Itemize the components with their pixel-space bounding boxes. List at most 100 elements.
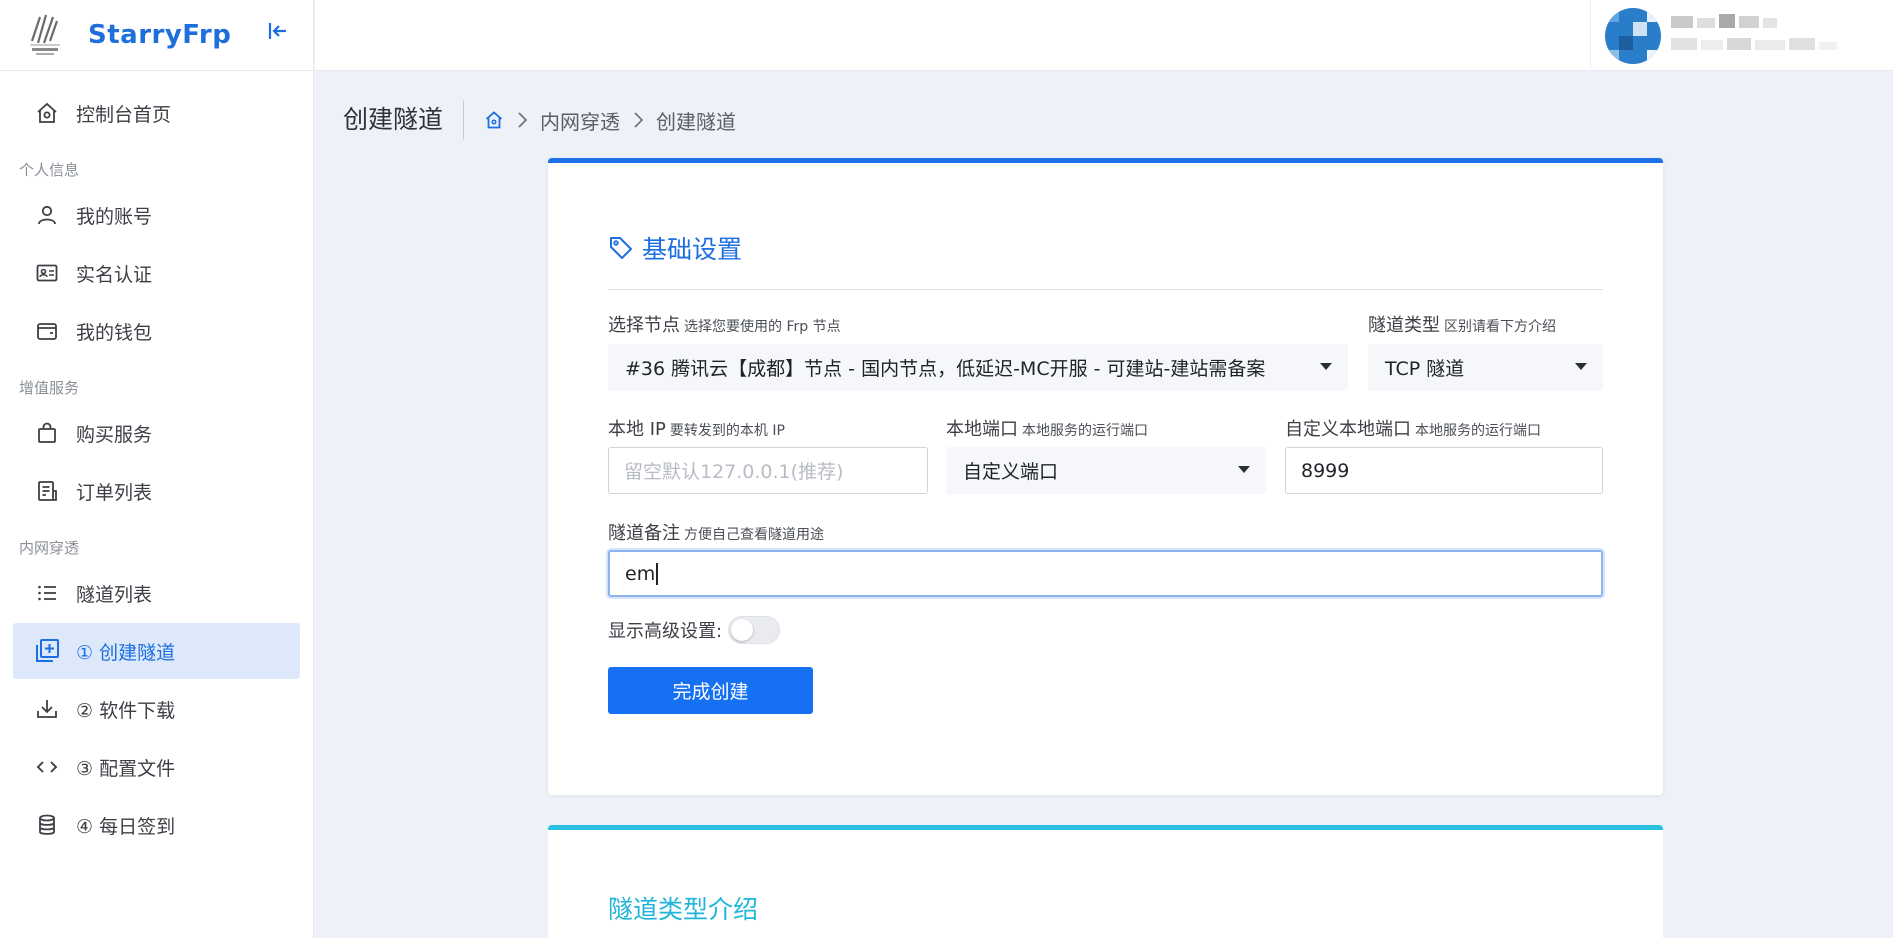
sidebar-section-personal: 个人信息 (19, 161, 80, 179)
local-port-value: 自定义端口 (963, 461, 1059, 483)
brand-header: StarryFrp (0, 0, 313, 71)
chevron-down-icon (1238, 466, 1250, 473)
node-select[interactable]: #36 腾讯云【成都】节点 - 国内节点，低延迟-MC开服 - 可建站-建站需备… (608, 344, 1348, 391)
tunnel-type-intro-card: 隧道类型介绍 (548, 825, 1663, 938)
sidebar-item-label: ③ 配置文件 (76, 757, 176, 780)
sidebar-item-label: 控制台首页 (76, 103, 172, 126)
sidebar-item-label: 我的钱包 (76, 321, 153, 344)
local-port-hint: 本地服务的运行端口 (1022, 423, 1148, 439)
custom-port-input[interactable]: 8999 (1285, 447, 1603, 494)
toggle-knob (731, 619, 754, 641)
collapse-sidebar-button[interactable] (265, 18, 291, 44)
sidebar-item-config[interactable]: ③ 配置文件 (13, 739, 300, 795)
text-cursor (656, 562, 659, 585)
tunnel-type-hint: 区别请看下方介绍 (1444, 319, 1556, 335)
local-ip-hint: 要转发到的本机 IP (669, 423, 785, 439)
chevron-down-icon (1575, 363, 1587, 370)
page-header: 创建隧道 内网穿透 创建隧道 (343, 100, 736, 140)
sidebar-item-checkin[interactable]: ④ 每日签到 (13, 797, 300, 853)
divider (608, 289, 1603, 290)
user-menu[interactable] (1590, 0, 1893, 71)
sidebar-item-label: ① 创建隧道 (76, 641, 176, 664)
tunnel-type-value: TCP 隧道 (1385, 358, 1465, 380)
chevron-right-icon (516, 111, 528, 129)
tunnel-type-select[interactable]: TCP 隧道 (1368, 344, 1603, 391)
sidebar-item-label: 购买服务 (76, 423, 153, 446)
sidebar-item-label: 我的账号 (76, 205, 153, 228)
sidebar-item-tunnel-list[interactable]: 隧道列表 (13, 565, 300, 621)
local-port-label-text: 本地端口 (946, 419, 1018, 440)
remark-label-text: 隧道备注 (608, 523, 680, 544)
add-square-icon (34, 638, 60, 664)
database-icon (34, 812, 60, 838)
node-select-value: #36 腾讯云【成都】节点 - 国内节点，低延迟-MC开服 - 可建站-建站需备… (625, 358, 1266, 380)
basic-settings-card: 基础设置 选择节点 选择您要使用的 Frp 节点 #36 腾讯云【成都】节点 - … (548, 158, 1663, 795)
sidebar-item-account[interactable]: 我的账号 (13, 187, 300, 243)
breadcrumb-item[interactable]: 内网穿透 (540, 106, 620, 135)
remark-hint: 方便自己查看隧道用途 (684, 527, 824, 543)
sidebar-item-create-tunnel[interactable]: ① 创建隧道 (13, 623, 300, 679)
page-title: 创建隧道 (343, 100, 465, 140)
user-icon (34, 202, 60, 228)
sidebar-item-label: ② 软件下载 (76, 699, 176, 722)
custom-port-hint: 本地服务的运行端口 (1415, 423, 1541, 439)
sidebar-item-wallet[interactable]: 我的钱包 (13, 303, 300, 359)
local-ip-label-text: 本地 IP (608, 419, 666, 440)
sidebar-item-label: ④ 每日签到 (76, 815, 176, 838)
id-card-icon (34, 260, 60, 286)
remark-value: em (625, 562, 656, 585)
tunnel-type-label-text: 隧道类型 (1368, 315, 1440, 336)
sidebar-item-dashboard[interactable]: 控制台首页 (13, 85, 300, 141)
user-info-blurred (1671, 10, 1841, 62)
sidebar-item-orders[interactable]: 订单列表 (13, 463, 300, 519)
node-hint: 选择您要使用的 Frp 节点 (684, 319, 841, 335)
custom-port-label-text: 自定义本地端口 (1285, 419, 1411, 440)
custom-port-value: 8999 (1301, 459, 1350, 482)
brand-logo-icon (30, 14, 60, 55)
sidebar-section-tunnel: 内网穿透 (19, 539, 80, 557)
sidebar-item-label: 订单列表 (76, 481, 153, 504)
sidebar-item-realname[interactable]: 实名认证 (13, 245, 300, 301)
local-port-select[interactable]: 自定义端口 (946, 447, 1266, 494)
local-ip-placeholder: 留空默认127.0.0.1(推荐) (624, 461, 844, 483)
tag-icon (608, 235, 634, 261)
tunnel-type-label: 隧道类型 区别请看下方介绍 (1368, 311, 1556, 337)
download-icon (34, 696, 60, 722)
local-ip-input[interactable]: 留空默认127.0.0.1(推荐) (608, 447, 928, 494)
sidebar-section-services: 增值服务 (19, 379, 80, 397)
sidebar: StarryFrp 控制台首页 个人信息 我的账号 实名认证 我的钱包 增值服务… (0, 0, 314, 938)
sidebar-item-buy[interactable]: 购买服务 (13, 405, 300, 461)
custom-port-label: 自定义本地端口 本地服务的运行端口 (1285, 415, 1541, 441)
node-label: 选择节点 选择您要使用的 Frp 节点 (608, 311, 841, 337)
remark-label: 隧道备注 方便自己查看隧道用途 (608, 519, 824, 545)
shopping-bag-icon (34, 420, 60, 446)
remark-input[interactable]: em (608, 550, 1603, 597)
wallet-icon (34, 318, 60, 344)
sidebar-item-download[interactable]: ② 软件下载 (13, 681, 300, 737)
code-icon (34, 754, 60, 780)
create-tunnel-button[interactable]: 完成创建 (608, 667, 813, 714)
avatar (1605, 7, 1661, 64)
breadcrumb: 内网穿透 创建隧道 (484, 106, 736, 135)
brand-name: StarryFrp (88, 20, 232, 50)
home-icon (34, 100, 60, 126)
sidebar-item-label: 实名认证 (76, 263, 153, 286)
section-title: 基础设置 (608, 230, 742, 266)
breadcrumb-item-current: 创建隧道 (656, 109, 737, 134)
local-ip-label: 本地 IP 要转发到的本机 IP (608, 415, 785, 441)
local-port-label: 本地端口 本地服务的运行端口 (946, 415, 1148, 441)
section-title-text: 基础设置 (642, 235, 743, 264)
top-header (315, 0, 1893, 71)
sidebar-item-label: 隧道列表 (76, 583, 153, 606)
chevron-down-icon (1320, 363, 1332, 370)
sidebar-nav: 控制台首页 个人信息 我的账号 实名认证 我的钱包 增值服务 购买服务 订单列表… (0, 71, 313, 853)
breadcrumb-home-icon[interactable] (484, 110, 504, 130)
advanced-settings-row: 显示高级设置: (608, 616, 781, 644)
chevron-right-icon (632, 111, 644, 129)
collapse-left-icon (268, 23, 286, 39)
node-label-text: 选择节点 (608, 315, 680, 336)
advanced-settings-toggle[interactable] (728, 616, 781, 644)
list-icon (34, 580, 60, 606)
advanced-settings-label: 显示高级设置: (608, 621, 723, 642)
order-list-icon (34, 478, 60, 504)
